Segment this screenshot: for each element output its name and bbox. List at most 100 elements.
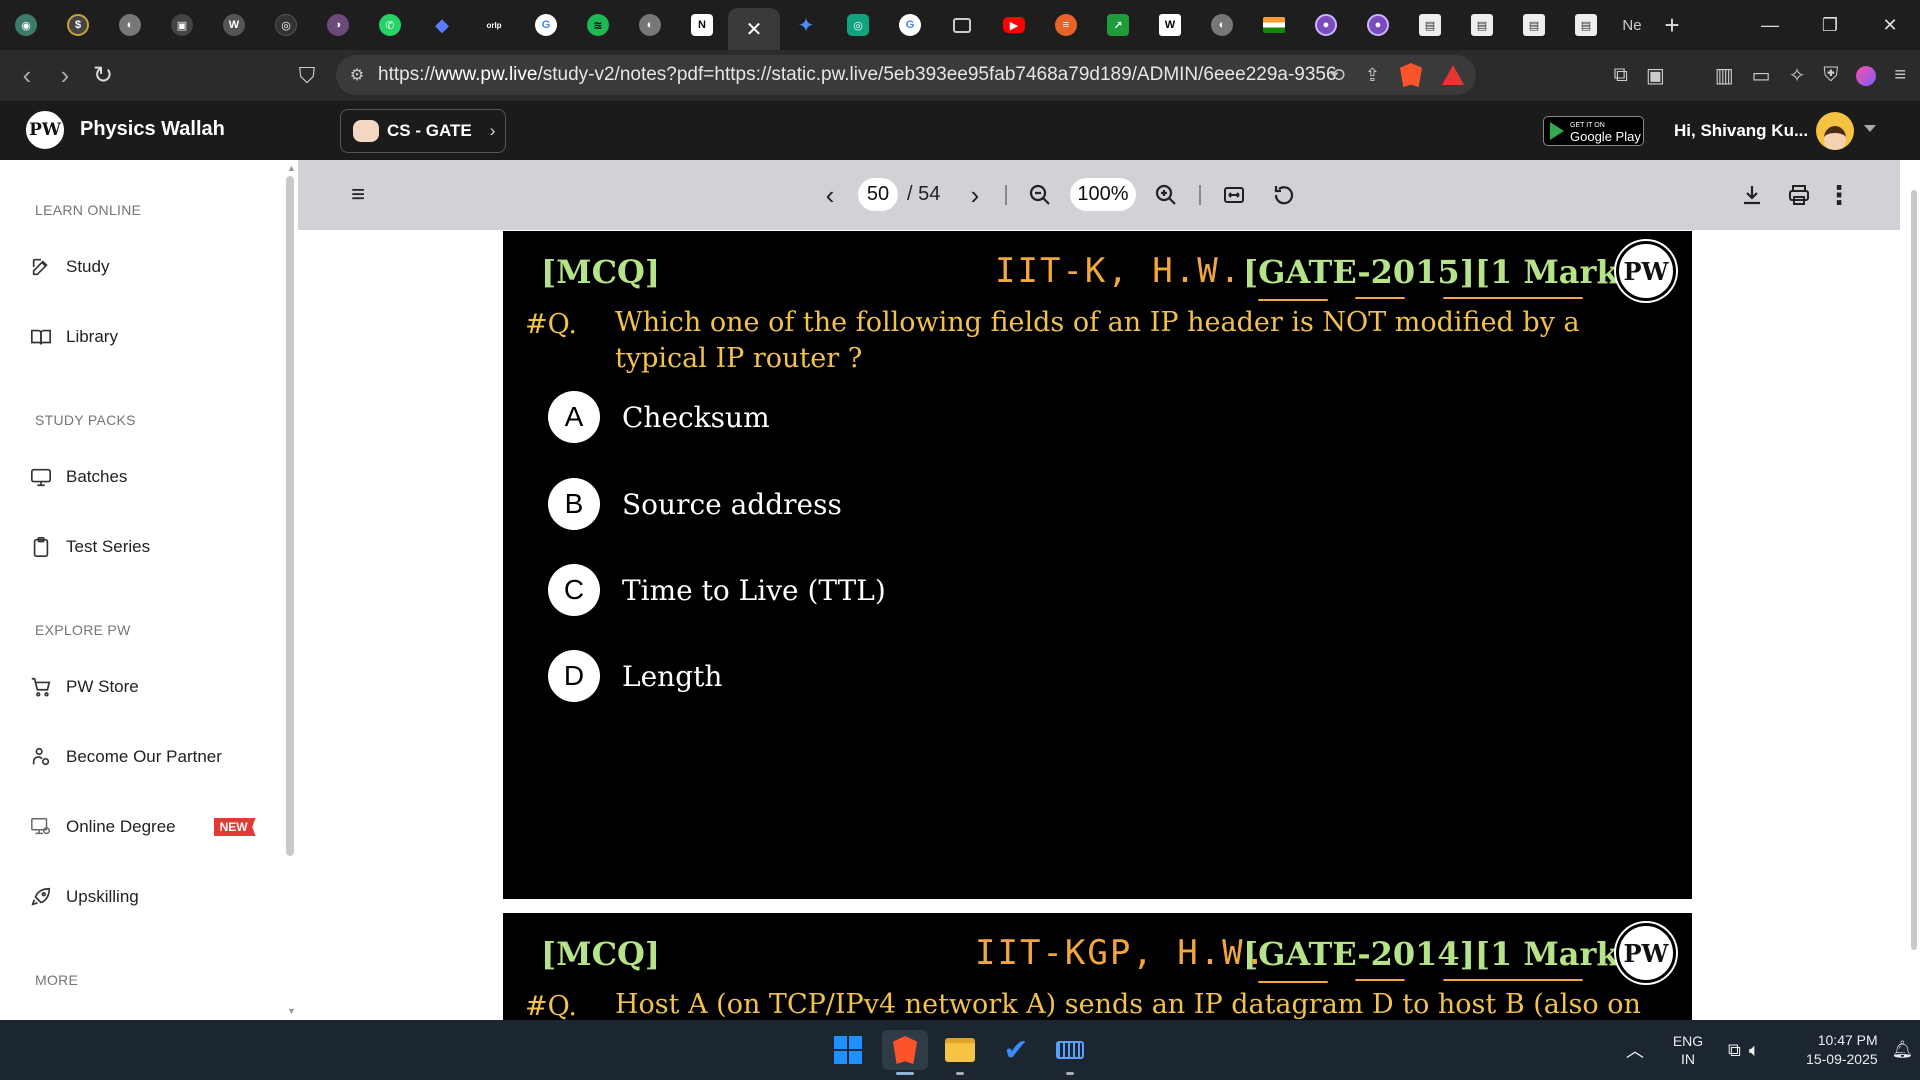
tab-site[interactable]: ▤ xyxy=(1456,0,1508,50)
bookmark-icon[interactable]: ⛉ xyxy=(288,56,326,96)
taskbar-brave[interactable] xyxy=(882,1030,928,1070)
tab-site[interactable]: $ xyxy=(52,0,104,50)
close-icon[interactable]: ✕ xyxy=(746,17,763,42)
more-options-icon[interactable]: ⋮ xyxy=(1826,180,1852,210)
avatar[interactable] xyxy=(1816,112,1854,150)
wallet-icon[interactable]: ▭ xyxy=(1752,63,1771,88)
tab-youtube[interactable]: ▶ xyxy=(988,0,1040,50)
tab-site[interactable]: ◎ xyxy=(832,0,884,50)
menu-icon[interactable]: ≡ xyxy=(1894,64,1906,87)
google-play-badge[interactable]: GET IT ON Google Play xyxy=(1543,116,1644,146)
sidebar-toggle-icon[interactable]: ▥ xyxy=(1715,63,1734,88)
tab-site[interactable]: ◐ xyxy=(104,0,156,50)
tab-site[interactable]: ◎ xyxy=(260,0,312,50)
reload-icon[interactable]: ↻ xyxy=(84,56,122,96)
site-settings-icon[interactable]: ⚙ xyxy=(336,65,378,85)
tab-site[interactable]: ▤ xyxy=(1560,0,1612,50)
tab-site[interactable]: ● xyxy=(1352,0,1404,50)
user-greeting[interactable]: Hi, Shivang Ku... xyxy=(1674,121,1808,141)
tab-google[interactable]: G xyxy=(520,0,572,50)
sidebar-scrollbar[interactable] xyxy=(286,176,294,856)
scrollbar-thumb[interactable] xyxy=(1911,190,1917,950)
zoom-in-icon[interactable] xyxy=(1152,180,1180,210)
taskbar-file-explorer[interactable] xyxy=(940,1030,980,1070)
scroll-up-arrow-icon[interactable]: ▲ xyxy=(287,163,296,173)
tab-whatsapp-web[interactable]: ◉ xyxy=(0,0,52,50)
scroll-down-arrow-icon[interactable]: ▼ xyxy=(287,1006,296,1016)
language-indicator[interactable]: ENG IN xyxy=(1660,1032,1716,1068)
tab-site[interactable]: ▣ xyxy=(156,0,208,50)
fit-width-icon[interactable] xyxy=(1220,180,1248,210)
taskbar-keyboard[interactable] xyxy=(1050,1030,1090,1070)
tab-site[interactable]: N xyxy=(676,0,728,50)
close-window-icon[interactable]: ✕ xyxy=(1860,0,1920,50)
start-button[interactable] xyxy=(828,1030,868,1070)
leo-ai-icon[interactable]: ✧ xyxy=(1789,63,1806,88)
print-icon[interactable] xyxy=(1785,180,1813,210)
sidebar-section-title: EXPLORE PW xyxy=(35,622,131,638)
next-page-icon[interactable]: › xyxy=(963,180,987,210)
notification-bell-icon[interactable]: 🔔︎ xyxy=(1892,1040,1914,1060)
taskbar-todo[interactable]: ✔ xyxy=(996,1030,1036,1070)
download-icon[interactable] xyxy=(1738,180,1766,210)
prev-page-icon[interactable]: ‹ xyxy=(818,180,842,210)
batch-selector[interactable]: CS - GATE › xyxy=(340,109,506,153)
brave-rewards-icon[interactable] xyxy=(1442,65,1464,85)
restore-icon[interactable]: ❐ xyxy=(1800,0,1860,50)
sidebar-item-library[interactable]: Library xyxy=(30,322,118,352)
sidebar-item-pw-store[interactable]: PW Store xyxy=(30,672,139,702)
tab-site[interactable]: ≡ xyxy=(1040,0,1092,50)
pdf-scrollbar[interactable] xyxy=(1910,176,1919,966)
tab-whatsapp[interactable]: ✆ xyxy=(364,0,416,50)
tab-spotify[interactable]: ≋ xyxy=(572,0,624,50)
tab-site[interactable]: orlp xyxy=(468,0,520,50)
tab-partial[interactable]: Ne xyxy=(1612,17,1652,34)
chevron-up-icon[interactable]: ︿ xyxy=(1620,1037,1650,1063)
tab-site[interactable]: ▤ xyxy=(1404,0,1456,50)
extensions-icon[interactable]: ⧉ xyxy=(1614,64,1628,87)
url-text[interactable]: https://www.pw.live/study-v2/notes?pdf=h… xyxy=(378,64,1338,86)
tab-google[interactable]: G xyxy=(884,0,936,50)
address-bar[interactable]: ⚙ https://www.pw.live/study-v2/notes?pdf… xyxy=(336,55,1476,95)
brand-name[interactable]: Physics Wallah xyxy=(80,118,225,141)
brave-shields-icon[interactable] xyxy=(1400,63,1422,87)
forward-icon[interactable]: › xyxy=(46,56,84,96)
sidebar-item-test-series[interactable]: Test Series xyxy=(30,532,150,562)
network-icon[interactable]: ⧉ xyxy=(1728,1040,1741,1061)
sidebar-item-upskilling[interactable]: Upskilling xyxy=(30,882,139,912)
tab-site[interactable]: ◆ xyxy=(416,0,468,50)
zoom-level[interactable]: 100% xyxy=(1070,178,1136,211)
sidebar-item-online-degree[interactable]: Online Degree NEW xyxy=(30,812,256,842)
tab-site[interactable]: ◐ xyxy=(1196,0,1248,50)
minimize-icon[interactable]: — xyxy=(1740,0,1800,50)
pw-logo[interactable]: PW xyxy=(26,111,64,149)
volume-icon[interactable]: 🔈︎ xyxy=(1749,1040,1760,1061)
clock[interactable]: 10:47 PM 15-09-2025 xyxy=(1780,1031,1878,1069)
rotate-icon[interactable] xyxy=(1270,180,1298,210)
back-icon[interactable]: ‹ xyxy=(8,56,46,96)
profile-icon[interactable] xyxy=(1856,65,1877,86)
tab-wikipedia[interactable]: W xyxy=(1144,0,1196,50)
tab-site[interactable] xyxy=(1248,0,1300,50)
tab-site[interactable]: W xyxy=(208,0,260,50)
tab-active-pw[interactable]: ✕ xyxy=(728,8,780,50)
vpn-icon[interactable]: ⛨ xyxy=(1823,64,1838,87)
zoom-out-icon[interactable] xyxy=(1026,180,1054,210)
new-tab-button[interactable]: + xyxy=(1652,10,1692,41)
tab-site[interactable]: ● xyxy=(1300,0,1352,50)
tab-site[interactable]: ↗ xyxy=(1092,0,1144,50)
screenshot-icon[interactable]: ▣ xyxy=(1646,63,1665,88)
tab-site[interactable]: ◐ xyxy=(624,0,676,50)
sidebar-item-batches[interactable]: Batches xyxy=(30,462,127,492)
tab-site[interactable]: ▤ xyxy=(1508,0,1560,50)
share-icon[interactable]: ⇪ xyxy=(1365,65,1380,86)
history-icon[interactable]: ⟲ xyxy=(1330,65,1345,86)
chevron-down-icon[interactable] xyxy=(1864,125,1876,132)
menu-icon[interactable]: ≡ xyxy=(346,180,370,210)
page-number-input[interactable]: 50 xyxy=(858,178,898,211)
tab-gemini[interactable]: ✦ xyxy=(780,0,832,50)
sidebar-item-study[interactable]: Study xyxy=(30,252,109,282)
tab-site[interactable]: ◑ xyxy=(312,0,364,50)
sidebar-item-become-partner[interactable]: Become Our Partner xyxy=(30,742,222,772)
tab-site[interactable] xyxy=(936,0,988,50)
